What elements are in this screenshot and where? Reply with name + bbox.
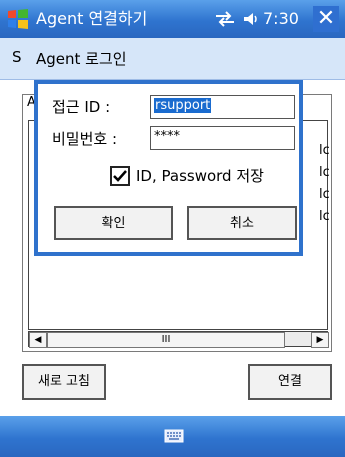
sync-icon (214, 11, 236, 27)
horizontal-scrollbar[interactable]: ◀ III ▶ (28, 331, 329, 348)
checkmark-icon (113, 170, 127, 182)
password-label: 비밀번호 : (52, 130, 118, 148)
scroll-right-icon[interactable]: ▶ (311, 332, 329, 348)
cancel-button[interactable]: 취소 (187, 206, 297, 240)
app-header-title: Agent 로그인 (36, 50, 127, 68)
keyboard-icon[interactable] (164, 428, 184, 444)
ok-button[interactable]: 확인 (54, 206, 173, 240)
list-item-fragment: lc (319, 187, 330, 202)
window-title: Agent 연결하기 (36, 9, 148, 28)
windows-logo-icon[interactable] (6, 7, 30, 31)
password-field[interactable]: **** (150, 126, 295, 150)
id-field[interactable]: rsupport (150, 95, 295, 119)
clock[interactable]: 7:30 (263, 7, 299, 31)
list-item-fragment: lc (319, 143, 330, 158)
close-button[interactable]: ✕ (313, 6, 339, 32)
scroll-left-icon[interactable]: ◀ (29, 332, 47, 348)
app-header-fragment: S (12, 48, 22, 66)
volume-icon[interactable] (242, 10, 260, 28)
save-credentials-checkbox[interactable] (110, 166, 130, 186)
list-item-fragment: lc (319, 165, 330, 180)
save-credentials-label: ID, Password 저장 (136, 167, 264, 185)
id-value: rsupport (154, 98, 212, 113)
refresh-button[interactable]: 새로 고침 (22, 364, 106, 400)
scroll-thumb[interactable]: III (47, 332, 285, 348)
id-label: 접근 ID : (52, 98, 111, 116)
list-item-fragment: lc (319, 209, 330, 224)
connect-button[interactable]: 연결 (248, 364, 332, 400)
